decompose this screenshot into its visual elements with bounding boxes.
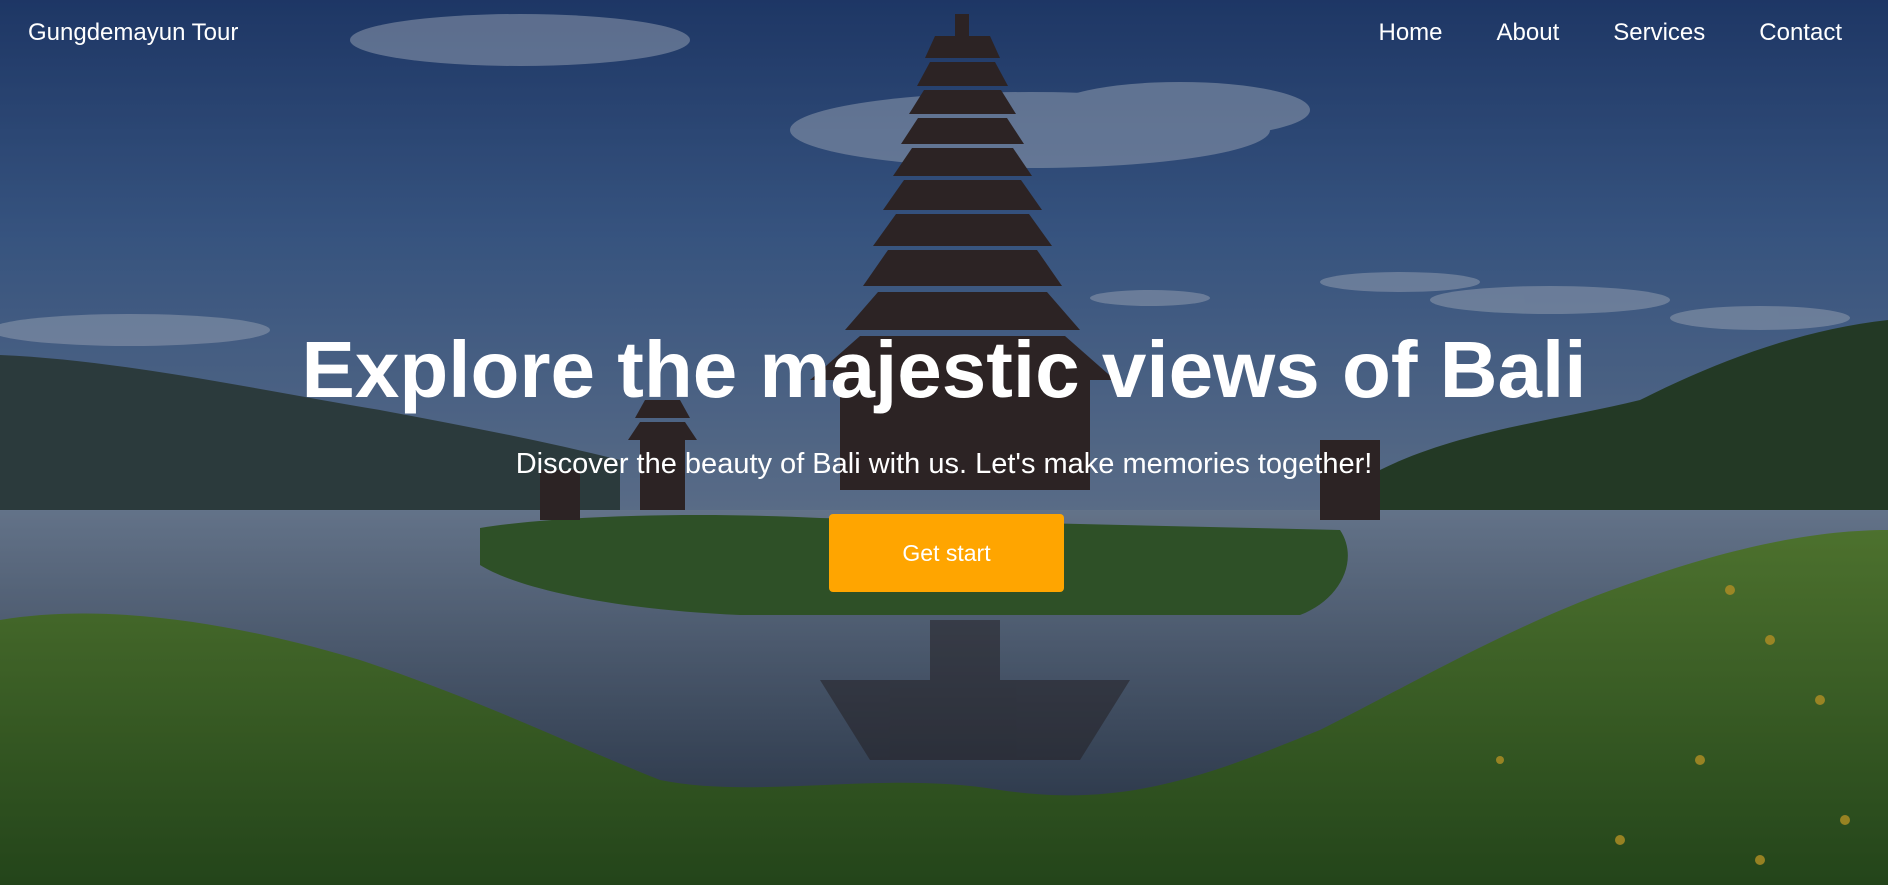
hero-title: Explore the majestic views of Bali xyxy=(301,325,1587,414)
hero-content: Explore the majestic views of Bali Disco… xyxy=(0,0,1888,885)
get-start-button[interactable]: Get start xyxy=(829,514,1064,592)
hero-subtitle: Discover the beauty of Bali with us. Let… xyxy=(515,448,1373,480)
hero-section: Gungdemayun Tour Home About Services Con… xyxy=(0,0,1888,885)
